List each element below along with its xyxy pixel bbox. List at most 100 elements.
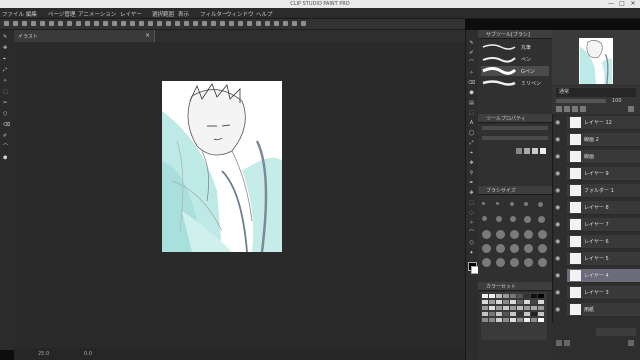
command-icon[interactable] (256, 21, 261, 26)
brush-size-dot[interactable] (510, 230, 519, 239)
correction-tool-icon[interactable]: ⌒ (468, 230, 475, 236)
figure-tool-icon[interactable]: ⬚ (468, 110, 475, 116)
color-swatch-grid[interactable] (481, 292, 547, 340)
menu-item[interactable]: ページ管理 (48, 10, 75, 18)
command-icon[interactable] (175, 21, 180, 26)
gradient-tool-icon[interactable]: ▤ (468, 100, 475, 106)
command-icon[interactable] (139, 21, 144, 26)
airbrush-tool-icon[interactable]: ✧ (468, 70, 475, 76)
command-icon[interactable] (85, 21, 90, 26)
menu-item[interactable]: 編集 (26, 10, 37, 18)
color-set-swatches[interactable] (481, 292, 547, 340)
balloon-tool-icon[interactable]: ◯ (468, 130, 475, 136)
tool-icon[interactable]: ✥ (3, 45, 11, 51)
command-icon[interactable] (94, 21, 99, 26)
brush-preset-3[interactable]: Gペン (481, 66, 549, 76)
command-icon[interactable] (22, 21, 27, 26)
menu-item[interactable]: レイヤー (120, 10, 142, 18)
command-icon[interactable] (112, 21, 117, 26)
layer-row[interactable]: レイヤー 9 (567, 167, 640, 181)
layer-row[interactable]: 線画 (567, 150, 640, 164)
command-icon[interactable] (220, 21, 225, 26)
trash-icon[interactable] (628, 340, 634, 346)
command-icon[interactable] (301, 21, 306, 26)
brush-size-dot[interactable] (538, 230, 547, 239)
ruler-tool-icon[interactable]: ⌖ (468, 150, 475, 156)
layer-row[interactable]: レイヤー 12 (567, 116, 640, 130)
layer-visibility-icon[interactable]: ◉ (555, 187, 563, 195)
menu-item[interactable]: 選択範囲 (152, 10, 174, 18)
close-tab-icon[interactable]: × (145, 32, 150, 39)
deco-tool-icon[interactable]: ✦ (468, 250, 475, 256)
brush-size-dot[interactable] (510, 258, 519, 267)
anti-alias-option[interactable] (540, 148, 546, 154)
layer-visibility-icon[interactable]: ◉ (555, 272, 563, 280)
command-icon[interactable] (211, 21, 216, 26)
command-icon[interactable] (229, 21, 234, 26)
anti-alias-option[interactable] (532, 148, 538, 154)
command-icon[interactable] (103, 21, 108, 26)
command-icon[interactable] (67, 21, 72, 26)
layer-visibility-icon[interactable]: ◉ (555, 119, 563, 127)
brush-size-dot[interactable] (524, 230, 533, 239)
pencil-tool-icon[interactable]: ✐ (468, 50, 475, 56)
layer-row[interactable]: レイヤー 5 (567, 252, 640, 266)
command-icon[interactable] (265, 21, 270, 26)
opacity-slider[interactable] (482, 136, 548, 140)
brush-size-dot[interactable] (510, 216, 516, 222)
eyedropper-tool-icon[interactable]: ✒ (468, 180, 475, 186)
layer-visibility-icon[interactable]: ◉ (555, 255, 563, 263)
brush-size-dot[interactable] (482, 258, 491, 267)
brush-size-dot[interactable] (510, 244, 519, 253)
blend-mode-select[interactable]: 通常 (556, 88, 636, 97)
command-icon[interactable] (13, 21, 18, 26)
tool-icon[interactable]: ⤢ (3, 67, 11, 73)
layer-opacity-slider[interactable] (556, 99, 606, 103)
brush-preset-1[interactable]: 丸筆 (481, 42, 549, 52)
layer-visibility-icon[interactable]: ◉ (555, 238, 563, 246)
command-icon[interactable] (4, 21, 9, 26)
layer-row[interactable]: 線画 2 (567, 133, 640, 147)
brush-size-slider[interactable] (482, 126, 548, 130)
anti-alias-option[interactable] (516, 148, 522, 154)
layer-visibility-icon[interactable]: ◉ (555, 170, 563, 178)
brush-size-dot[interactable] (496, 244, 505, 253)
command-icon[interactable] (148, 21, 153, 26)
move-tool-icon[interactable]: ✥ (468, 190, 475, 196)
brush-size-dot[interactable] (482, 216, 487, 221)
layer-row[interactable]: レイヤー 8 (567, 201, 640, 215)
command-icon[interactable] (49, 21, 54, 26)
brush-size-dot[interactable] (496, 202, 499, 205)
select-tool-icon[interactable]: ⬚ (468, 200, 475, 206)
brush-size-dot[interactable] (538, 216, 545, 223)
brush-size-dot[interactable] (496, 230, 505, 239)
pen-tool-icon[interactable]: ✎ (468, 40, 475, 46)
new-folder-icon[interactable] (564, 106, 570, 112)
brush-size-dot[interactable] (538, 202, 543, 207)
brush-size-dot[interactable] (538, 258, 547, 267)
command-icon[interactable] (121, 21, 126, 26)
layer-row[interactable]: レイヤー 4 (567, 269, 640, 283)
blend-tool-icon[interactable]: ✧ (468, 220, 475, 226)
menu-item[interactable]: アニメーション (78, 10, 116, 18)
delete-layer-icon[interactable] (628, 106, 634, 112)
tool-icon[interactable]: ✎ (3, 34, 11, 40)
close-button[interactable]: ✕ (628, 1, 638, 7)
brush-size-dot[interactable] (524, 244, 533, 253)
command-icon[interactable] (184, 21, 189, 26)
command-icon[interactable] (31, 21, 36, 26)
document-tab[interactable]: イラスト × (14, 30, 155, 42)
clip-layer-icon[interactable] (572, 106, 578, 112)
new-raster-layer-icon[interactable] (556, 340, 562, 346)
brush-size-dot[interactable] (524, 216, 531, 223)
layer-row[interactable]: レイヤー 3 (567, 286, 640, 300)
command-icon[interactable] (247, 21, 252, 26)
layer-row[interactable]: レイヤー 6 (567, 235, 640, 249)
command-icon[interactable] (193, 21, 198, 26)
menu-item[interactable]: 表示 (178, 10, 189, 18)
menu-item[interactable]: ヘルプ (256, 10, 273, 18)
brush-size-dot[interactable] (496, 258, 505, 267)
command-icon[interactable] (292, 21, 297, 26)
menu-item[interactable]: ファイル (2, 10, 24, 18)
brush-size-dot[interactable] (496, 216, 502, 222)
